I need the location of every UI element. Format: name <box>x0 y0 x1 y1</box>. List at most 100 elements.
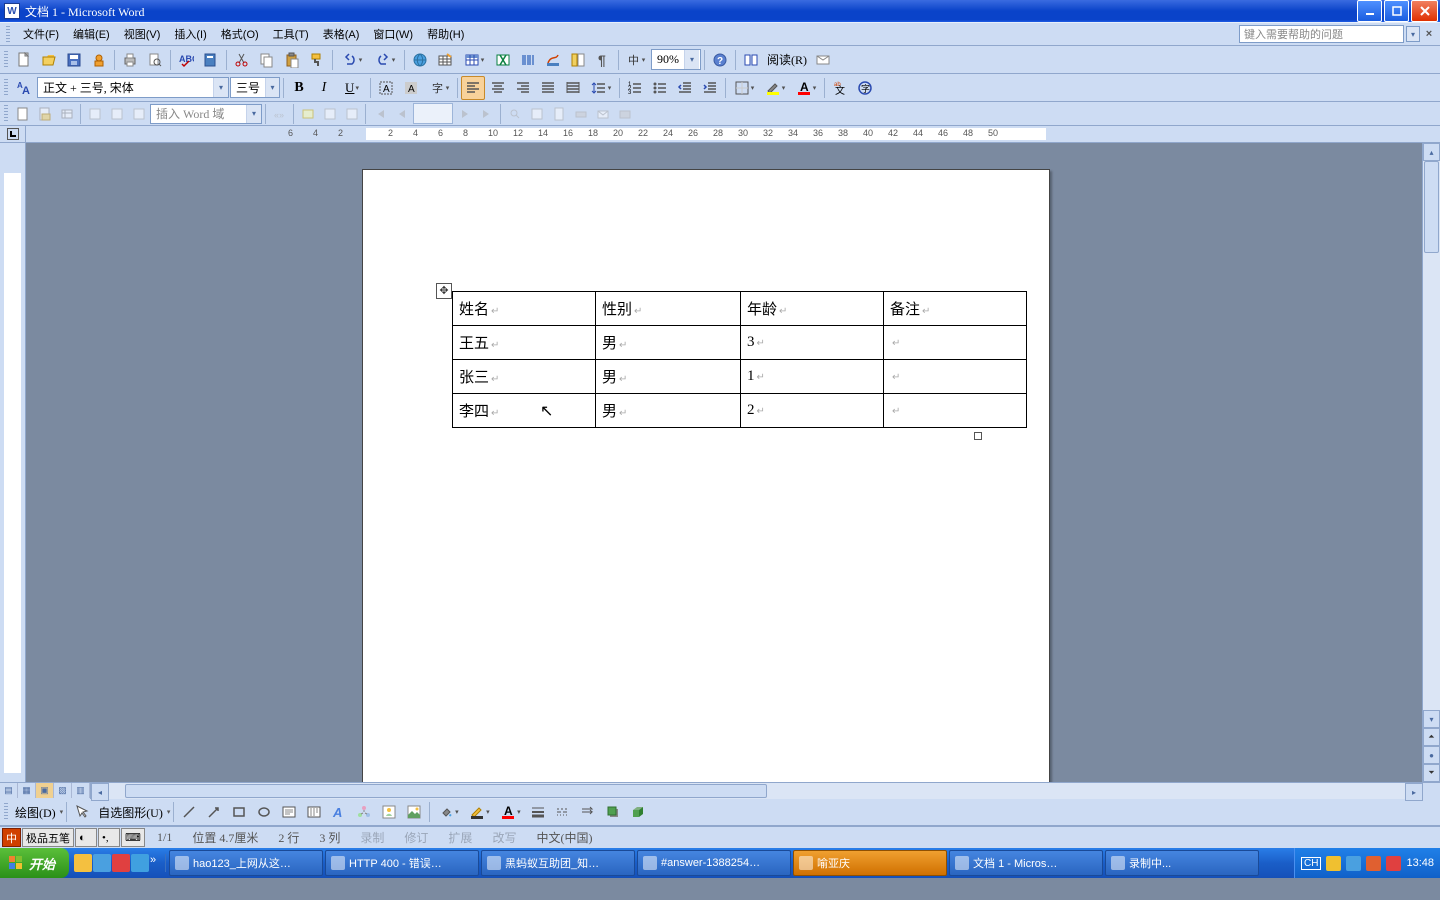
revision-indicator[interactable]: 修订 <box>394 829 438 846</box>
ql-icon[interactable] <box>112 854 130 872</box>
tray-icon[interactable] <box>1346 856 1361 871</box>
help-icon[interactable]: ? <box>708 48 732 72</box>
italic-button[interactable]: I <box>312 76 336 100</box>
ime-name[interactable]: 极品五笔 <box>22 828 74 847</box>
tray-lang-indicator[interactable]: CH <box>1301 857 1321 870</box>
vertical-textbox-icon[interactable] <box>302 800 326 824</box>
table-move-handle-icon[interactable]: ✥ <box>436 283 452 299</box>
align-center-button[interactable] <box>486 76 510 100</box>
style-combo[interactable]: 正文 + 三号, 宋体▾ <box>37 77 229 98</box>
taskbar-item[interactable]: hao123_上网从这… <box>169 850 323 876</box>
font-color-button[interactable]: A▾ <box>791 76 821 100</box>
dash-style-icon[interactable] <box>551 800 575 824</box>
enclose-char-icon[interactable]: 字 <box>853 76 877 100</box>
mm-match-fields-icon[interactable] <box>319 103 340 124</box>
mm-open-source-icon[interactable] <box>34 103 55 124</box>
mm-check-errors-icon[interactable] <box>526 103 547 124</box>
document-map-icon[interactable] <box>566 48 590 72</box>
vertical-ruler[interactable] <box>0 143 26 782</box>
taskbar-item[interactable]: HTTP 400 - 错误… <box>325 850 479 876</box>
scroll-right-icon[interactable]: ▸ <box>1405 783 1423 801</box>
toolbar-grip-icon[interactable] <box>4 79 8 97</box>
mm-greeting-icon[interactable] <box>106 103 127 124</box>
envelope-icon[interactable] <box>811 48 835 72</box>
scroll-down-icon[interactable]: ▾ <box>1423 710 1440 728</box>
menu-file[interactable]: 文件(F) <box>16 24 66 44</box>
table-row[interactable]: 王五↵男↵3↵↵ <box>453 326 1027 360</box>
align-right-button[interactable] <box>511 76 535 100</box>
save-icon[interactable] <box>62 48 86 72</box>
line-tool-icon[interactable] <box>177 800 201 824</box>
align-justify-button[interactable] <box>536 76 560 100</box>
table-cell[interactable]: ↵ <box>884 326 1027 360</box>
clipart-icon[interactable] <box>377 800 401 824</box>
ql-icon[interactable] <box>93 854 111 872</box>
print-layout-view-icon[interactable]: ▣ <box>36 783 54 798</box>
tables-borders-icon[interactable] <box>433 48 457 72</box>
taskbar-item[interactable]: 文档 1 - Micros… <box>949 850 1103 876</box>
outline-view-icon[interactable]: ▧ <box>54 783 72 798</box>
mm-merge-new-doc-icon[interactable] <box>548 103 569 124</box>
next-page-icon[interactable]: ⏷ <box>1423 764 1440 782</box>
phonetic-guide-icon[interactable]: ab文 <box>828 76 852 100</box>
font-color-draw-button[interactable]: A▾ <box>495 800 525 824</box>
extend-indicator[interactable]: 扩展 <box>438 829 482 846</box>
mm-propagate-labels-icon[interactable] <box>341 103 362 124</box>
font-size-combo[interactable]: 三号▾ <box>230 77 280 98</box>
table-header-cell[interactable]: 性别↵ <box>596 292 741 326</box>
document-viewport[interactable]: ✥ 姓名↵性别↵年龄↵备注↵王五↵男↵3↵↵张三↵男↵1↵↵李四↵男↵2↵↵ ↖ <box>26 143 1422 782</box>
insert-word-field-combo[interactable]: 插入 Word 域▾ <box>150 104 262 124</box>
reading-view-icon[interactable]: ▥ <box>72 783 90 798</box>
table-resize-handle-icon[interactable] <box>974 432 982 440</box>
menu-table[interactable]: 表格(A) <box>316 24 367 44</box>
drawing-toolbar-icon[interactable] <box>541 48 565 72</box>
table-header-cell[interactable]: 年龄↵ <box>741 292 884 326</box>
shadow-style-icon[interactable] <box>601 800 625 824</box>
mm-view-merged-icon[interactable]: «» <box>269 103 290 124</box>
horizontal-scrollbar[interactable] <box>109 783 1405 799</box>
ql-icon[interactable] <box>74 854 92 872</box>
table-cell[interactable]: ↵ <box>884 360 1027 394</box>
document-page[interactable] <box>362 169 1050 782</box>
copy-icon[interactable] <box>255 48 279 72</box>
tray-icon[interactable] <box>1386 856 1401 871</box>
borders-button[interactable]: ▾ <box>729 76 759 100</box>
table-row[interactable]: 李四↵男↵2↵↵ <box>453 394 1027 428</box>
insert-table-button[interactable]: ▾ <box>458 48 490 72</box>
table-header-cell[interactable]: 姓名↵ <box>453 292 596 326</box>
table-cell[interactable]: 3↵ <box>741 326 884 360</box>
table-cell[interactable]: 2↵ <box>741 394 884 428</box>
menu-tools[interactable]: 工具(T) <box>266 24 316 44</box>
maximize-button[interactable] <box>1384 0 1409 22</box>
print-preview-icon[interactable] <box>143 48 167 72</box>
char-border-icon[interactable]: A <box>374 76 398 100</box>
mm-merge-fax-icon[interactable] <box>614 103 635 124</box>
reading-layout-icon[interactable] <box>739 48 763 72</box>
oval-tool-icon[interactable] <box>252 800 276 824</box>
overtype-indicator[interactable]: 改写 <box>482 829 526 846</box>
vertical-scrollbar[interactable]: ▴ ▾ ⏶ ● ⏷ <box>1422 143 1440 782</box>
ime-punct-icon[interactable]: •, <box>98 828 120 847</box>
tray-icon[interactable] <box>1326 856 1341 871</box>
ime-indicator-icon[interactable]: 中 <box>2 828 21 847</box>
scroll-thumb[interactable] <box>1424 161 1439 253</box>
mm-highlight-fields-icon[interactable] <box>297 103 318 124</box>
scroll-up-icon[interactable]: ▴ <box>1423 143 1440 161</box>
arrow-tool-icon[interactable] <box>202 800 226 824</box>
textbox-tool-icon[interactable] <box>277 800 301 824</box>
taskbar-item[interactable]: 喻亚庆 <box>793 850 947 876</box>
ql-expand-icon[interactable]: » <box>150 854 160 872</box>
wordart-icon[interactable]: A <box>327 800 351 824</box>
numbering-icon[interactable]: 123 <box>623 76 647 100</box>
spelling-icon[interactable]: ABC <box>174 48 198 72</box>
rectangle-tool-icon[interactable] <box>227 800 251 824</box>
mm-record-number[interactable] <box>413 103 453 124</box>
research-icon[interactable] <box>199 48 223 72</box>
insert-picture-icon[interactable] <box>402 800 426 824</box>
table-row[interactable]: 张三↵男↵1↵↵ <box>453 360 1027 394</box>
bullets-icon[interactable] <box>648 76 672 100</box>
paste-icon[interactable] <box>280 48 304 72</box>
ime-keyboard-icon[interactable]: ⌨ <box>121 828 145 847</box>
prev-page-icon[interactable]: ⏶ <box>1423 728 1440 746</box>
toolbar-grip-icon[interactable] <box>4 803 8 821</box>
